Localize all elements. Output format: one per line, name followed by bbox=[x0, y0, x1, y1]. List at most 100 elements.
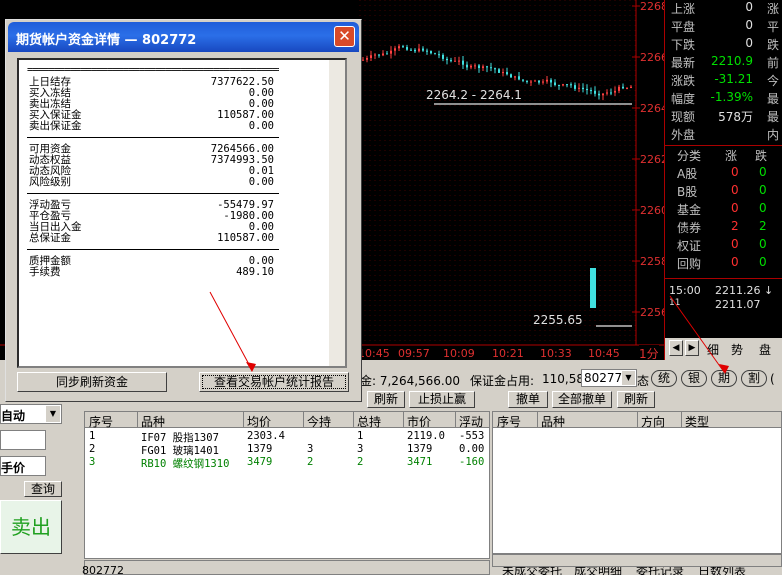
funds-detail-text: ========================================… bbox=[17, 58, 347, 368]
price-label[interactable]: 2266 bbox=[640, 51, 664, 64]
position-cell: 2 bbox=[89, 443, 96, 455]
candle-body bbox=[446, 58, 448, 61]
candle-body bbox=[462, 60, 464, 65]
category-row[interactable]: 债券 2 2 bbox=[665, 219, 782, 237]
table-row[interactable]: 3 RB10 螺纹钢1310 3479 2 2 3471 -160 bbox=[85, 456, 489, 470]
tick-row[interactable]: 11 2211.07 bbox=[665, 298, 782, 316]
category-row[interactable]: 回购 0 0 bbox=[665, 255, 782, 273]
price-label[interactable]: 2256 bbox=[640, 306, 664, 319]
candle-body bbox=[494, 68, 496, 70]
funds-value: 0.00 bbox=[248, 176, 274, 188]
sell-button[interactable]: 卖出 bbox=[0, 500, 62, 554]
quantity-input[interactable] bbox=[0, 430, 46, 450]
margin-value: 110,58 bbox=[542, 372, 584, 386]
account-select[interactable]: 802772 ▼ bbox=[581, 369, 637, 387]
time-label[interactable]: 10:45 bbox=[588, 347, 620, 360]
close-icon[interactable]: ✕ bbox=[334, 26, 355, 47]
candle-body bbox=[366, 58, 368, 60]
price-label[interactable]: 2264 bbox=[640, 102, 664, 115]
time-label[interactable]: 10:45 bbox=[358, 347, 390, 360]
quote-row[interactable]: 平盘 0 平 bbox=[665, 18, 782, 36]
category-up: 0 bbox=[731, 201, 739, 215]
category-up: 0 bbox=[731, 255, 739, 269]
category-down: 0 bbox=[759, 237, 767, 251]
quote-row[interactable]: 下跌 0 跌 bbox=[665, 36, 782, 54]
tab-fills[interactable]: 成交明细 bbox=[574, 567, 622, 575]
time-label[interactable]: 10:09 bbox=[443, 347, 475, 360]
prev-arrow-icon[interactable]: ◀ bbox=[669, 340, 683, 356]
price-label[interactable]: 2258 bbox=[640, 255, 664, 268]
candle-body bbox=[526, 80, 528, 82]
sync-refresh-button[interactable]: 同步刷新资金 bbox=[17, 372, 167, 392]
time-label[interactable]: 10:21 bbox=[492, 347, 524, 360]
orders-column-header: 序号 bbox=[497, 415, 522, 429]
candle-body bbox=[394, 48, 396, 51]
table-row[interactable]: 2 FG01 玻璃1401 1379 3 3 1379 0.00 bbox=[85, 443, 489, 457]
category-row[interactable]: A股 0 0 bbox=[665, 165, 782, 183]
bottom-account-tab[interactable]: 802772 bbox=[82, 566, 134, 575]
quote-value: -31.21 bbox=[714, 72, 753, 86]
quote-side-label: 今 bbox=[767, 74, 780, 88]
query-button[interactable]: 查询 bbox=[24, 481, 62, 497]
category-header[interactable]: 分类 涨 跌 bbox=[665, 147, 782, 165]
candle-body bbox=[486, 66, 488, 68]
cancel-all-button[interactable]: 全部撤单 bbox=[552, 391, 612, 408]
dialog-titlebar[interactable]: 期货帐户资金详情 — 802772 ✕ bbox=[8, 22, 359, 52]
tab-board[interactable]: 盘 bbox=[759, 341, 771, 358]
orders-scrollbar[interactable] bbox=[492, 554, 782, 567]
candle-body bbox=[554, 82, 556, 86]
column-divider bbox=[303, 412, 304, 428]
tab-order-log[interactable]: 委托记录 bbox=[636, 567, 684, 575]
vertical-scrollbar[interactable] bbox=[329, 60, 345, 366]
market-button-bank[interactable]: 银 bbox=[681, 370, 707, 387]
market-button-delivery[interactable]: 割 bbox=[741, 370, 767, 387]
refresh-positions-button[interactable]: 刷新 bbox=[367, 391, 405, 408]
price-mode-value: 手价 bbox=[1, 461, 26, 475]
price-label[interactable]: 2262 bbox=[640, 153, 664, 166]
market-button-stats[interactable]: 统 bbox=[651, 370, 677, 387]
candle-body bbox=[598, 93, 600, 96]
quote-row[interactable]: 最新 2210.9 前 bbox=[665, 54, 782, 72]
tab-trend[interactable]: 势 bbox=[731, 341, 743, 358]
positions-scrollbar[interactable] bbox=[84, 560, 490, 575]
quote-row[interactable]: 现额 578万最 bbox=[665, 108, 782, 126]
position-cell: 2119.0 bbox=[407, 430, 445, 442]
tab-day-list[interactable]: 日数列表 bbox=[698, 567, 746, 575]
chevron-down-icon[interactable]: ▼ bbox=[622, 371, 635, 385]
chevron-down-icon[interactable]: ▼ bbox=[46, 406, 60, 422]
tab-open-orders[interactable]: 未成交委托 bbox=[502, 567, 562, 575]
cancel-order-button[interactable]: 撤单 bbox=[508, 391, 548, 408]
period-label[interactable]: 1分 bbox=[639, 345, 659, 360]
quote-row[interactable]: 上涨 0 涨 bbox=[665, 0, 782, 18]
time-label[interactable]: 09:57 bbox=[398, 347, 430, 360]
market-button-futures[interactable]: 期 bbox=[711, 370, 737, 387]
candle-body bbox=[422, 48, 424, 51]
category-down: 2 bbox=[759, 219, 767, 233]
next-arrow-icon[interactable]: ▶ bbox=[685, 340, 699, 356]
position-cell: 1 bbox=[89, 430, 96, 442]
candle-body bbox=[442, 54, 444, 59]
table-row[interactable]: 1 IF07 股指1307 2303.4 1 2119.0 -553 bbox=[85, 430, 489, 444]
view-report-button[interactable]: 查看交易帐户统计报告 bbox=[199, 372, 349, 392]
quote-label: 幅度 bbox=[671, 92, 696, 106]
quote-row[interactable]: 幅度 -1.39% 最 bbox=[665, 90, 782, 108]
category-row[interactable]: 权证 0 0 bbox=[665, 237, 782, 255]
category-header-cell: 跌 bbox=[755, 149, 768, 163]
quote-row[interactable]: 涨跌 -31.21 今 bbox=[665, 72, 782, 90]
candle-body bbox=[606, 92, 608, 94]
tab-detail[interactable]: 细 bbox=[707, 341, 719, 358]
category-name: 债券 bbox=[677, 221, 702, 235]
price-label[interactable]: 2268 bbox=[640, 0, 664, 13]
stop-loss-button[interactable]: 止损止赢 bbox=[409, 391, 475, 408]
order-mode-select[interactable]: 自动 ▼ bbox=[0, 404, 62, 424]
positions-panel: 刷新 止损止赢 序号 品种 均价 今持 总持 市价 浮动 1 IF07 股指1307 2303.… bbox=[82, 390, 492, 575]
price-label[interactable]: 2260 bbox=[640, 204, 664, 217]
time-label[interactable]: 10:33 bbox=[540, 347, 572, 360]
category-row[interactable]: B股 0 0 bbox=[665, 183, 782, 201]
candle-body bbox=[390, 50, 392, 54]
detail-tabs: ◀ ▶ 细 势 盘 bbox=[665, 338, 782, 360]
quote-row[interactable]: 外盘 内 bbox=[665, 126, 782, 144]
category-row[interactable]: 基金 0 0 bbox=[665, 201, 782, 219]
refresh-orders-button[interactable]: 刷新 bbox=[617, 391, 655, 408]
price-mode-select[interactable]: 手价 bbox=[0, 456, 46, 476]
